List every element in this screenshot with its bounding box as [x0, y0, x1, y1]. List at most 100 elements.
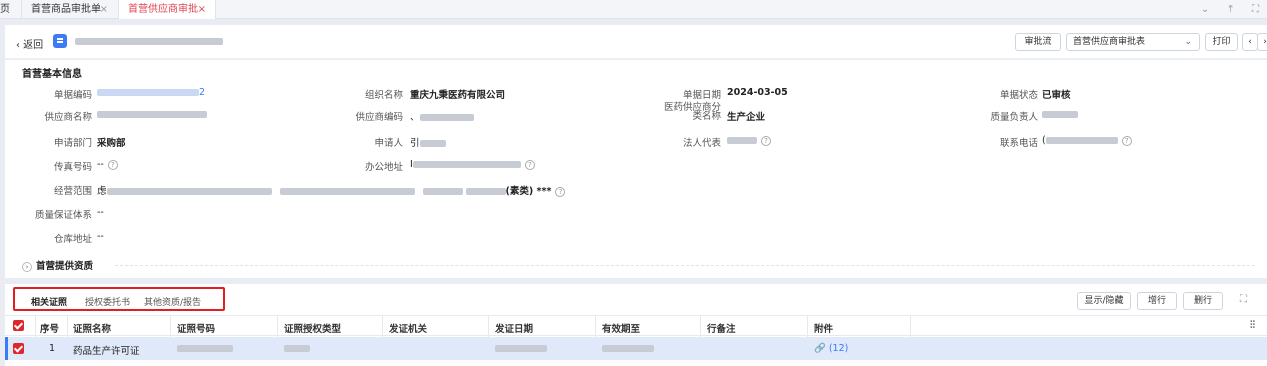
column-settings-icon[interactable]: ⫶⫶: [1250, 320, 1255, 331]
page-header: ‹ 返回 审批流 首营供应商审批表 ⌄ 打印 ‹ ›: [5, 25, 1267, 59]
redacted-text: [279, 188, 415, 195]
delete-row-button[interactable]: 删行: [1183, 292, 1223, 310]
close-icon[interactable]: ×: [100, 0, 108, 19]
cert-auth-type: [284, 343, 310, 354]
close-icon[interactable]: ×: [198, 0, 206, 19]
redacted-text: [422, 188, 463, 195]
applicant-value: 引: [410, 135, 446, 149]
tab-label: 首营商品审批单: [31, 4, 101, 15]
detail-tabs: 相关证照 授权委托书 其他资质/报告: [13, 287, 225, 311]
row-index: 1: [49, 343, 56, 354]
business-scope-value: 虑 (素类) ***?: [97, 183, 566, 197]
legal-rep-value: ?: [727, 135, 771, 146]
show-hide-button[interactable]: 显示/隐藏: [1077, 292, 1131, 310]
redacted-text: [465, 188, 506, 195]
column-header: 序号: [40, 324, 60, 335]
pin-top-icon[interactable]: ⤒: [1228, 0, 1232, 19]
supplier-name-value: [97, 109, 207, 120]
next-record-button[interactable]: ›: [1257, 33, 1267, 51]
field-label: 单据状态: [999, 90, 1038, 101]
section-title: 首营基本信息: [22, 69, 82, 80]
column-divider: [488, 316, 489, 337]
tab-product-approval[interactable]: 首营商品审批单 ×: [21, 0, 117, 19]
office-address-value: I?: [410, 159, 535, 170]
field-label: 办公地址: [364, 162, 403, 173]
tab-authorization[interactable]: 授权委托书: [85, 295, 130, 308]
column-header: 发证机关: [389, 324, 428, 335]
help-icon[interactable]: ?: [1121, 135, 1132, 146]
help-icon[interactable]: ?: [524, 159, 535, 170]
chevron-down-icon[interactable]: ⌄: [1201, 0, 1209, 19]
field-label: 质量保证体系: [34, 210, 92, 221]
quality-manager-value: [1042, 109, 1078, 120]
column-divider: [807, 316, 808, 337]
doc-no-value: 2: [97, 87, 205, 98]
tab-home[interactable]: 页: [0, 0, 20, 19]
column-divider: [382, 316, 383, 337]
prev-record-button[interactable]: ‹: [1242, 33, 1258, 51]
fullscreen-icon[interactable]: ⛶: [1240, 294, 1247, 305]
field-label: 质量负责人: [990, 112, 1038, 123]
column-header: 发证日期: [495, 324, 534, 335]
attachment-link[interactable]: 🔗 (12): [814, 343, 848, 354]
supplier-category-value: 生产企业: [727, 112, 766, 123]
supplier-code-value: 、: [410, 109, 474, 123]
add-row-button[interactable]: 增行: [1137, 292, 1177, 310]
column-divider: [910, 316, 911, 337]
field-label: 医药供应商分 类名称: [663, 102, 721, 122]
table-row[interactable]: 1 药品生产许可证 🔗 (12): [5, 337, 1267, 360]
back-button[interactable]: ‹ 返回: [16, 36, 43, 51]
column-divider: [35, 316, 36, 337]
print-button[interactable]: 打印: [1205, 33, 1238, 51]
field-label: 传真号码: [53, 162, 92, 173]
column-header: 有效期至: [602, 324, 641, 335]
column-header: 证照号码: [177, 324, 216, 335]
field-label: 申请部门: [53, 138, 92, 149]
qualification-section-toggle[interactable]: › 首营提供资质: [22, 258, 93, 272]
field-label: 供应商编码: [355, 112, 403, 123]
redacted-text: [1045, 137, 1118, 144]
select-all-checkbox[interactable]: [13, 320, 24, 331]
cert-number: [177, 343, 233, 354]
detail-section: 相关证照 授权委托书 其他资质/报告 显示/隐藏 增行 删行 ⛶ 序号 证照名称…: [5, 284, 1267, 366]
phone-value: (?: [1042, 135, 1132, 146]
row-checkbox[interactable]: [13, 343, 24, 354]
redacted-text: [602, 345, 654, 352]
approval-flow-button[interactable]: 审批流: [1015, 33, 1061, 51]
help-icon[interactable]: ?: [107, 159, 118, 170]
warehouse-value: --: [97, 231, 104, 242]
dept-value: 采购部: [97, 138, 126, 149]
redacted-text: [727, 137, 757, 144]
redacted-text: [1042, 111, 1078, 118]
redacted-text: [419, 114, 474, 121]
tabbar-tools: ⌄ ⤒ ⛶: [1185, 0, 1259, 19]
column-divider: [170, 316, 171, 337]
doc-date-value: 2024-03-05: [727, 87, 788, 98]
org-value: 重庆九秉医药有限公司: [410, 90, 506, 101]
help-icon[interactable]: ?: [761, 135, 771, 146]
report-select[interactable]: 首营供应商审批表 ⌄: [1066, 33, 1200, 51]
fax-value: --?: [97, 159, 118, 170]
fullscreen-icon[interactable]: ⛶: [1252, 0, 1259, 19]
tab-certificates[interactable]: 相关证照: [31, 295, 67, 308]
qa-system-value: --: [97, 207, 104, 218]
column-divider: [595, 316, 596, 337]
field-label: 申请人: [374, 138, 403, 149]
field-label: 供应商名称: [44, 112, 92, 123]
field-label: 单据日期: [682, 90, 721, 101]
column-divider: [277, 316, 278, 337]
tab-label: 首营供应商审批: [128, 4, 198, 15]
basic-info-panel: 首营基本信息 单据编码 2 组织名称 重庆九秉医药有限公司 单据日期 2024-…: [5, 60, 1267, 278]
issue-date: [495, 343, 547, 354]
column-header: 附件: [814, 324, 834, 335]
document-icon: [53, 34, 67, 48]
help-icon[interactable]: ?: [555, 186, 566, 197]
page-title-redacted: [75, 38, 223, 45]
redacted-text: [97, 89, 199, 96]
report-select-value: 首营供应商审批表: [1073, 37, 1146, 47]
redacted-text: [97, 111, 207, 118]
tab-other-reports[interactable]: 其他资质/报告: [144, 295, 201, 308]
field-label: 仓库地址: [53, 234, 92, 245]
tab-supplier-approval[interactable]: 首营供应商审批 ×: [118, 0, 216, 19]
field-label: 联系电话: [999, 138, 1038, 149]
